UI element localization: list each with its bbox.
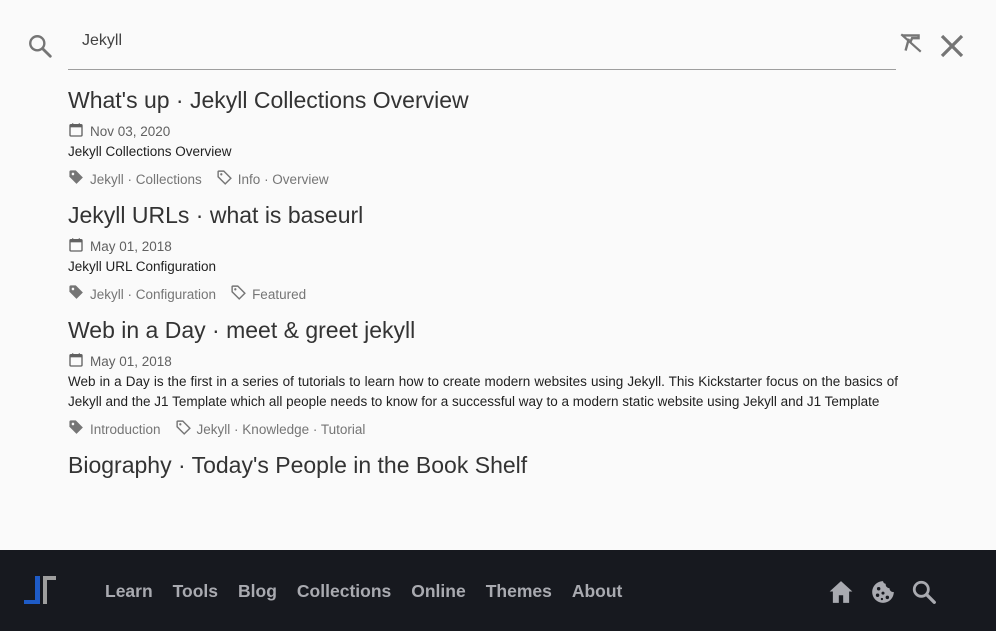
result-description: Web in a Day is the first in a series of…: [68, 374, 898, 409]
result-categories: Jekyll · Configuration: [90, 286, 217, 302]
result-description: Jekyll URL Configuration: [68, 259, 217, 274]
clear-formatting-icon[interactable]: [898, 30, 924, 56]
result-item: Biography · Today's People in the Book S…: [68, 449, 898, 481]
nav-tools[interactable]: Tools: [173, 581, 218, 602]
nav-about[interactable]: About: [572, 581, 623, 602]
result-date: May 01, 2018: [68, 352, 898, 370]
nav-blog[interactable]: Blog: [238, 581, 277, 602]
result-item: What's up · Jekyll Collections Overview …: [68, 84, 898, 188]
nav-links: Learn Tools Blog Collections Online Them…: [105, 581, 642, 602]
result-tags: Introduction Jekyll · Knowledge · Tutori…: [68, 420, 898, 438]
search-icon: [29, 35, 52, 58]
nav-collections[interactable]: Collections: [297, 581, 391, 602]
home-icon[interactable]: [828, 579, 854, 605]
cookie-icon[interactable]: [870, 579, 896, 605]
tag-outline-icon: [231, 285, 246, 300]
result-tags-text: Featured: [252, 286, 307, 302]
result-date-text: May 01, 2018: [90, 238, 172, 254]
nav-learn[interactable]: Learn: [105, 581, 153, 602]
nav-themes[interactable]: Themes: [486, 581, 552, 602]
result-tags-text: Jekyll · Knowledge · Tutorial: [196, 421, 366, 437]
result-title[interactable]: What's up · Jekyll Collections Overview: [68, 84, 898, 116]
result-date: Nov 03, 2020: [68, 122, 898, 140]
result-tags: Jekyll · Configuration Featured: [68, 285, 898, 303]
result-title[interactable]: Web in a Day · meet & greet jekyll: [68, 314, 898, 346]
bottom-navbar: Learn Tools Blog Collections Online Them…: [0, 550, 996, 631]
result-date: May 01, 2018: [68, 237, 898, 255]
tag-filled-icon: [69, 420, 83, 434]
result-description: Jekyll Collections Overview: [68, 144, 232, 159]
j1-logo[interactable]: [21, 574, 59, 608]
result-date-text: May 01, 2018: [90, 353, 172, 369]
search-field[interactable]: [68, 22, 896, 70]
result-tags-text: Info · Overview: [237, 171, 329, 187]
tag-outline-icon: [175, 420, 191, 435]
result-categories: Introduction: [90, 421, 161, 437]
tag-filled-icon: [69, 285, 83, 299]
search-icon[interactable]: [911, 579, 937, 605]
search-input[interactable]: [68, 22, 896, 60]
calendar-icon: [69, 237, 83, 252]
calendar-icon: [69, 122, 83, 137]
calendar-icon: [69, 352, 83, 367]
result-item: Jekyll URLs · what is baseurl May 01, 20…: [68, 199, 898, 303]
result-categories: Jekyll · Collections: [90, 171, 202, 187]
tag-outline-icon: [217, 170, 232, 185]
result-item: Web in a Day · meet & greet jekyll May 0…: [68, 314, 898, 438]
close-icon[interactable]: [937, 31, 967, 61]
result-title[interactable]: Jekyll URLs · what is baseurl: [68, 199, 898, 231]
search-results: What's up · Jekyll Collections Overview …: [68, 84, 898, 492]
result-title[interactable]: Biography · Today's People in the Book S…: [68, 449, 898, 481]
nav-online[interactable]: Online: [411, 581, 465, 602]
result-date-text: Nov 03, 2020: [90, 123, 171, 139]
result-tags: Jekyll · Collections Info · Overview: [68, 170, 898, 188]
tag-filled-icon: [69, 170, 83, 184]
